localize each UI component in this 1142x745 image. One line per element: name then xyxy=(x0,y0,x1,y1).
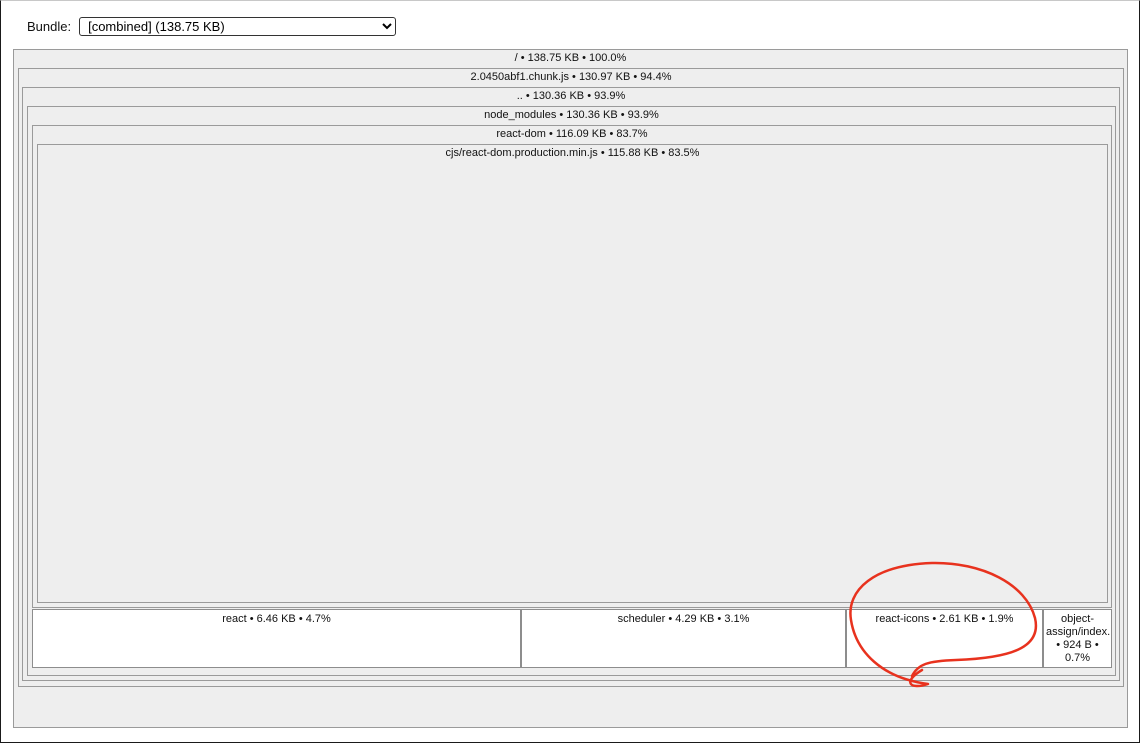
treemap-node-react-icons[interactable]: react-icons • 2.61 KB • 1.9% xyxy=(846,609,1043,668)
node-label-react-dom: react-dom • 116.09 KB • 83.7% xyxy=(496,128,648,140)
node-label-chunk: 2.0450abf1.chunk.js • 130.97 KB • 94.4% xyxy=(470,71,672,83)
node-label-scheduler: scheduler • 4.29 KB • 3.1% xyxy=(617,613,750,625)
treemap-node-scheduler[interactable]: scheduler • 4.29 KB • 3.1% xyxy=(521,609,846,668)
bundle-select[interactable]: [combined] (138.75 KB) xyxy=(79,16,397,36)
node-label-object-assign: object-assign/index. • 924 B • 0.7% xyxy=(1046,613,1111,664)
node-label-react: react • 6.46 KB • 4.7% xyxy=(222,613,331,625)
node-label-node-modules: node_modules • 130.36 KB • 93.9% xyxy=(484,109,659,121)
bundle-label: Bundle: xyxy=(27,18,72,34)
toolbar: Bundle: [combined] (138.75 KB) xyxy=(27,16,397,36)
treemap-node-react[interactable]: react • 6.46 KB • 4.7% xyxy=(32,609,521,668)
treemap-node-react-dom-production-min[interactable]: cjs/react-dom.production.min.js • 115.88… xyxy=(37,144,1108,603)
treemap-node-object-assign[interactable]: object-assign/index. • 924 B • 0.7% xyxy=(1043,609,1112,668)
node-label-root: / • 138.75 KB • 100.0% xyxy=(514,52,627,64)
node-label-react-dom-production-min: cjs/react-dom.production.min.js • 115.88… xyxy=(445,147,700,159)
node-label-parent-dir: .. • 130.36 KB • 93.9% xyxy=(516,90,626,102)
node-label-react-icons: react-icons • 2.61 KB • 1.9% xyxy=(875,613,1014,625)
